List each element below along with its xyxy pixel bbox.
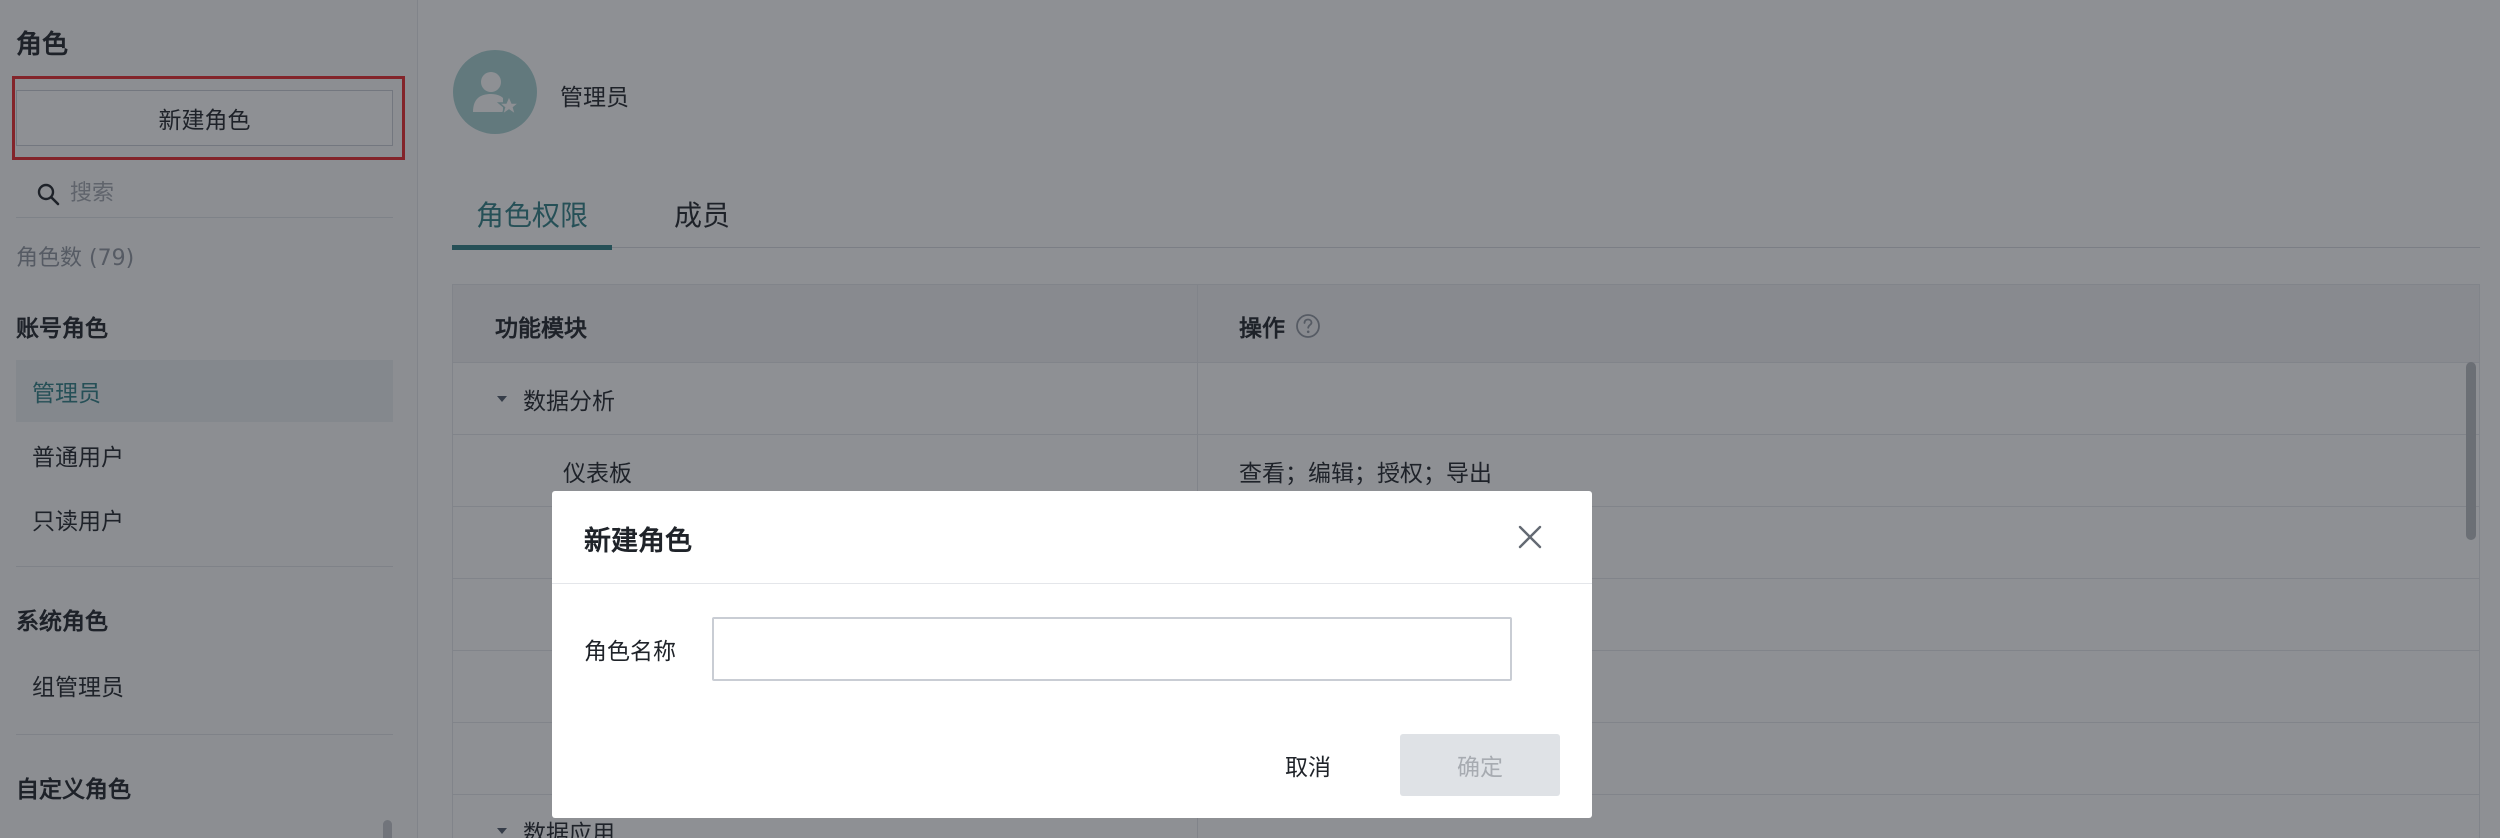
role-name-input[interactable]	[712, 617, 1512, 681]
close-icon	[1518, 525, 1542, 549]
dialog-title: 新建角色	[584, 526, 692, 557]
confirm-button[interactable]: 确定	[1400, 734, 1560, 796]
cancel-button[interactable]: 取消	[1226, 734, 1390, 796]
role-name-label: 角色名称	[584, 639, 676, 665]
dialog-header: 新建角色	[552, 491, 1592, 584]
close-button[interactable]	[1514, 521, 1546, 553]
